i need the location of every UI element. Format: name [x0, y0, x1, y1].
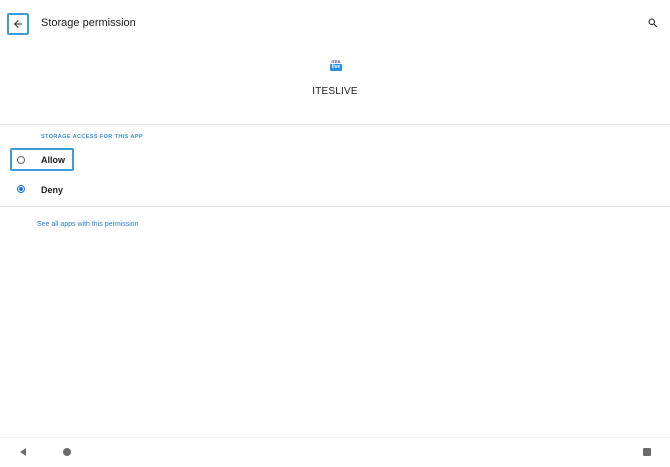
app-name: ITESLIVE [312, 86, 358, 97]
allow-label: Allow [41, 155, 65, 165]
nav-recents-icon[interactable] [643, 448, 651, 456]
section-label: STORAGE ACCESS FOR THIS APP [41, 134, 143, 140]
allow-radio[interactable] [17, 156, 25, 164]
deny-label: Deny [41, 185, 64, 195]
divider [0, 206, 670, 207]
search-icon[interactable] [647, 17, 659, 29]
divider [0, 124, 670, 125]
app-logo-bottom-text: live [329, 64, 343, 71]
nav-divider [0, 437, 670, 438]
nav-back-icon[interactable] [20, 448, 26, 456]
arrow-back-icon [14, 20, 22, 28]
back-button[interactable] [7, 13, 29, 35]
page-title: Storage permission [41, 17, 136, 29]
allow-option[interactable]: Allow [10, 150, 74, 170]
deny-radio[interactable] [17, 185, 25, 193]
app-logo: ITES live [328, 59, 344, 75]
see-all-apps-link[interactable]: See all apps with this permission [37, 221, 139, 228]
nav-home-icon[interactable] [63, 448, 71, 456]
deny-option[interactable]: Deny [10, 180, 210, 200]
